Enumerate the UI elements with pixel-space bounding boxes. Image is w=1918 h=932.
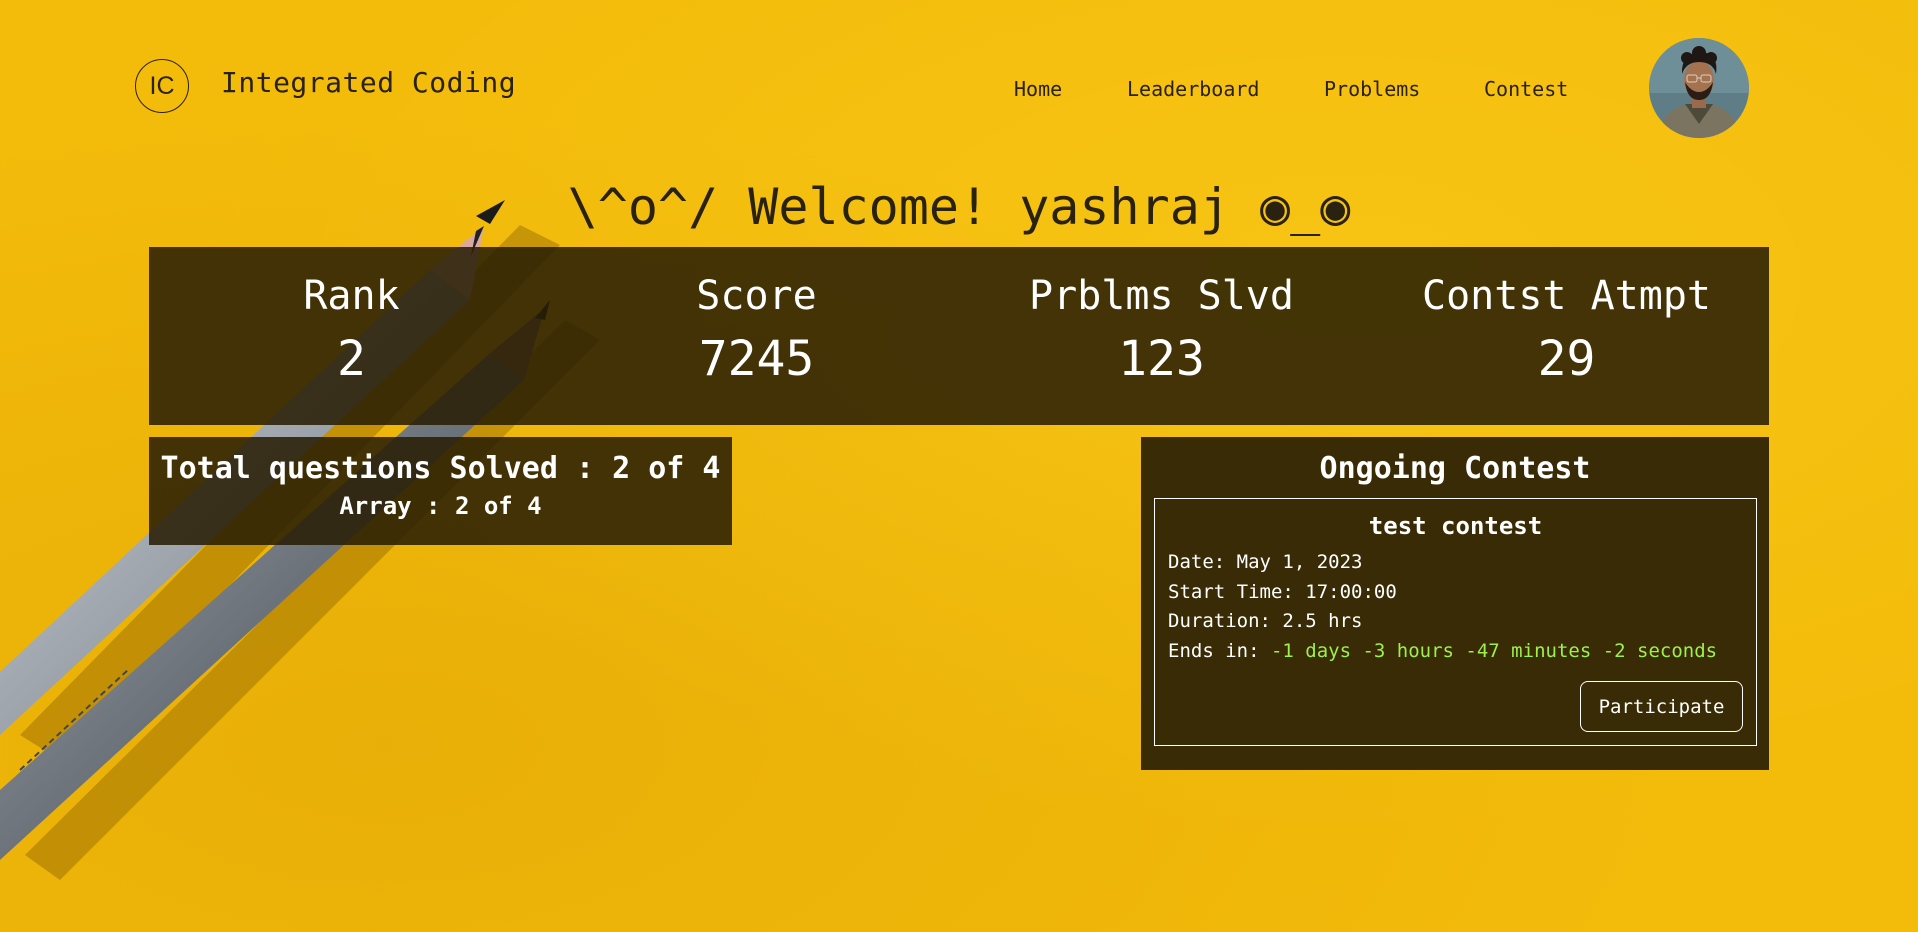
participate-button[interactable]: Participate [1580, 681, 1743, 732]
contest-date-row: Date: May 1, 2023 [1168, 551, 1363, 573]
contest-duration-label: Duration: [1168, 610, 1271, 632]
stat-contests-attempted: Contst Atmpt 29 [1364, 247, 1769, 425]
nav-contest-link[interactable]: Contest [1484, 77, 1568, 101]
stat-label: Prblms Slvd [1029, 273, 1294, 319]
user-avatar[interactable] [1649, 38, 1749, 138]
stat-value: 7245 [698, 331, 815, 387]
nav-leaderboard-link[interactable]: Leaderboard [1127, 77, 1259, 101]
nav-problems-link[interactable]: Problems [1324, 77, 1420, 101]
stat-label: Score [696, 273, 817, 319]
stat-problems-solved: Prblms Slvd 123 [959, 247, 1364, 425]
welcome-heading: \^o^/ Welcome! yashraj ◉_◉ [567, 178, 1351, 236]
contest-start-row: Start Time: 17:00:00 [1168, 581, 1397, 603]
stat-label: Contst Atmpt [1422, 273, 1711, 319]
stat-value: 123 [1118, 331, 1205, 387]
nav-home-link[interactable]: Home [1014, 77, 1062, 101]
solved-total: Total questions Solved : 2 of 4 [160, 451, 721, 486]
stat-rank: Rank 2 [149, 247, 554, 425]
user-avatar-image [1649, 38, 1749, 138]
stats-panel: Rank 2 Score 7245 Prblms Slvd 123 Contst… [149, 247, 1769, 425]
solved-summary-panel: Total questions Solved : 2 of 4 Array : … [149, 437, 732, 545]
contest-card: test contest Date: May 1, 2023 Start Tim… [1154, 498, 1757, 746]
ongoing-contest-heading: Ongoing Contest [1319, 451, 1591, 486]
contest-start-time: 17:00:00 [1305, 581, 1397, 603]
stat-label: Rank [303, 273, 400, 319]
contest-ends-label: Ends in: [1168, 640, 1260, 662]
contest-countdown: -1 days -3 hours -47 minutes -2 seconds [1270, 640, 1718, 662]
stat-score: Score 7245 [554, 247, 959, 425]
contest-start-label: Start Time: [1168, 581, 1294, 603]
contest-duration-row: Duration: 2.5 hrs [1168, 610, 1362, 632]
navbar: IC Integrated Coding Home Leaderboard Pr… [0, 0, 1918, 175]
contest-date: May 1, 2023 [1236, 551, 1363, 573]
stat-value: 2 [337, 331, 366, 387]
solved-topic-array: Array : 2 of 4 [339, 492, 542, 520]
stat-value: 29 [1537, 331, 1596, 387]
contest-duration: 2.5 hrs [1282, 610, 1363, 632]
ongoing-contest-panel: Ongoing Contest test contest Date: May 1… [1141, 437, 1769, 770]
contest-date-label: Date: [1168, 551, 1226, 573]
brand-name[interactable]: Integrated Coding [221, 66, 516, 99]
contest-ends-row: Ends in: -1 days -3 hours -47 minutes -2… [1168, 640, 1717, 662]
logo-text: IC [149, 71, 175, 100]
logo[interactable]: IC [135, 59, 189, 113]
contest-name: test contest [1368, 512, 1543, 540]
